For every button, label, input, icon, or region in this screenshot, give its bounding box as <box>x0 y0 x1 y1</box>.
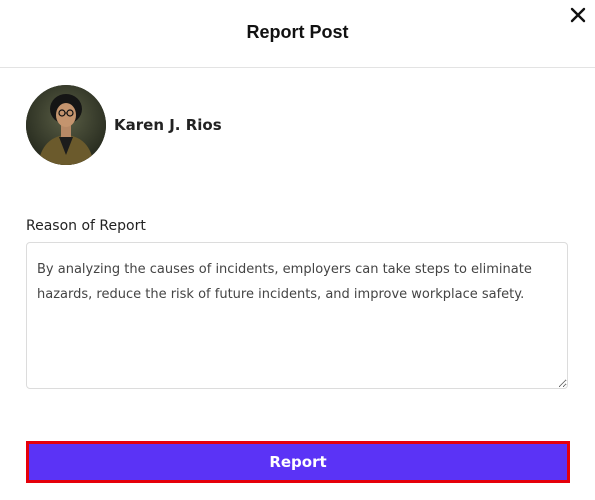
report-button[interactable]: Report <box>26 441 570 483</box>
reason-textarea[interactable]: By analyzing the causes of incidents, em… <box>26 242 568 389</box>
close-icon[interactable] <box>566 3 590 27</box>
dialog-header: Report Post <box>0 0 595 68</box>
user-name: Karen J. Rios <box>114 116 222 134</box>
dialog-title: Report Post <box>246 22 349 42</box>
report-post-dialog: Report Post Karen J. Rios Reason of Repo… <box>0 0 595 500</box>
reason-label: Reason of Report <box>26 218 146 234</box>
avatar <box>26 85 106 165</box>
reported-user: Karen J. Rios <box>26 85 222 165</box>
